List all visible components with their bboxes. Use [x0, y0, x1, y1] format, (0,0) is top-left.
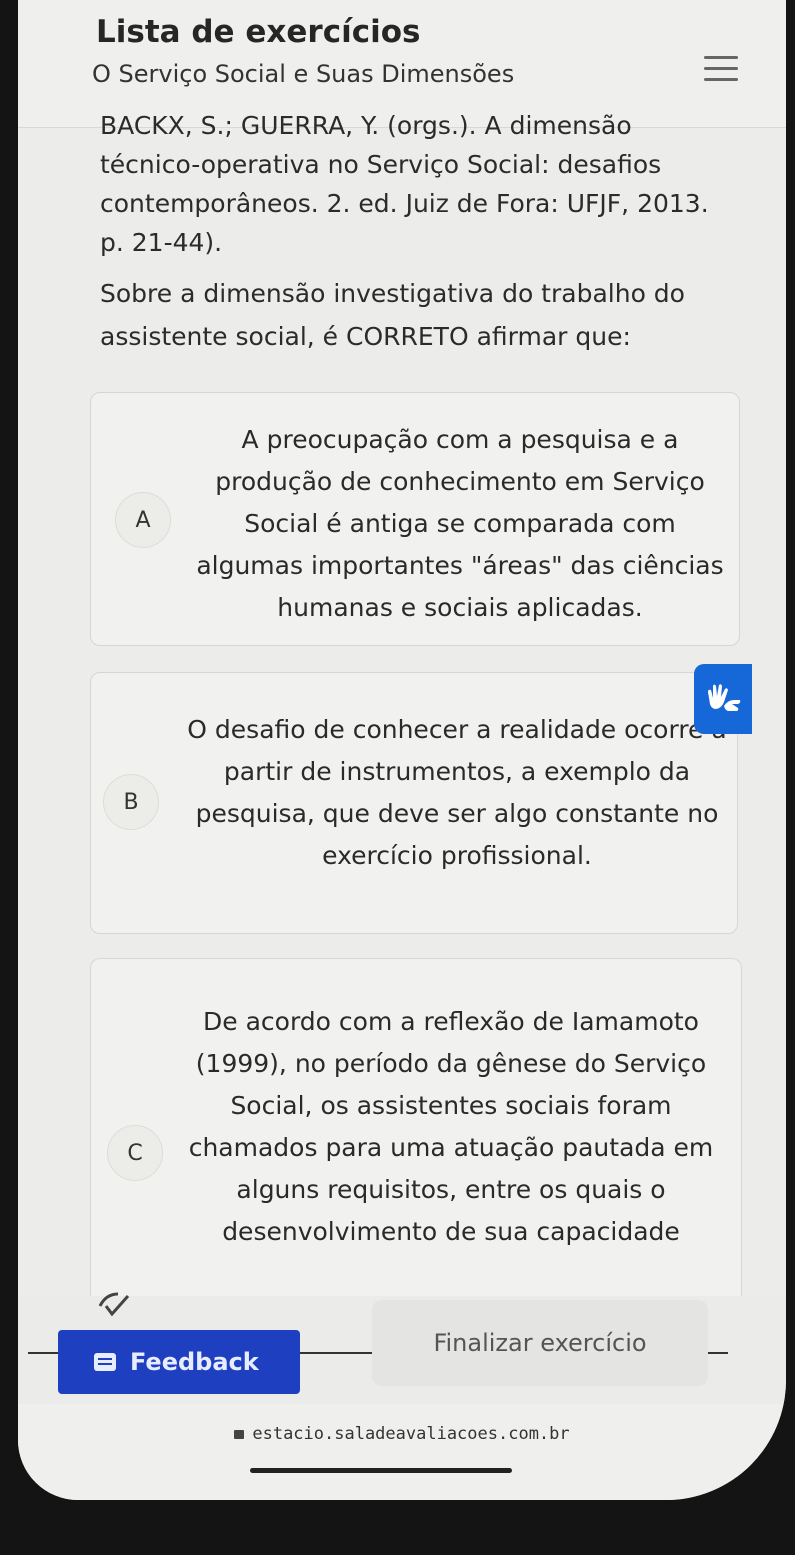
home-indicator[interactable] [250, 1468, 512, 1473]
chat-icon [94, 1353, 116, 1371]
page-subtitle: O Serviço Social e Suas Dimensões [92, 60, 515, 88]
libras-accessibility-button[interactable] [694, 664, 752, 734]
answer-option-b[interactable]: B O desafio de conhecer a realidade ocor… [90, 672, 738, 934]
phone-screen: Lista de exercícios O Serviço Social e S… [18, 0, 786, 1500]
question-prompt: Sobre a dimensão investigativa do trabal… [100, 279, 685, 351]
browser-address-bar[interactable]: estacio.saladeavaliacoes.com.br [18, 1404, 786, 1500]
url-text: estacio.saladeavaliacoes.com.br [252, 1424, 570, 1444]
sign-language-hands-icon [708, 684, 741, 711]
answer-option-c[interactable]: C De acordo com a reflexão de Iamamoto (… [90, 958, 742, 1298]
option-text: A preocupação com a pesquisa e a produçã… [196, 425, 724, 622]
hamburger-menu-icon[interactable] [704, 56, 738, 82]
option-letter: C [107, 1125, 163, 1181]
option-text: O desafio de conhecer a realidade ocorre… [187, 715, 727, 870]
option-letter: B [103, 774, 159, 830]
finalize-exercise-button[interactable]: Finalizar exercício [372, 1300, 708, 1386]
check-icon [98, 1292, 130, 1317]
feedback-button[interactable]: Feedback [58, 1330, 300, 1394]
url-display: estacio.saladeavaliacoes.com.br [18, 1424, 786, 1444]
feedback-label: Feedback [130, 1348, 259, 1376]
question-citation: BACKX, S.; GUERRA, Y. (orgs.). A dimensã… [100, 111, 709, 257]
option-text: De acordo com a reflexão de Iamamoto (19… [188, 1007, 714, 1246]
page-title: Lista de exercícios [96, 14, 421, 50]
option-letter: A [115, 492, 171, 548]
answer-option-a[interactable]: A A preocupação com a pesquisa e a produ… [90, 392, 740, 646]
lock-icon [234, 1430, 245, 1439]
